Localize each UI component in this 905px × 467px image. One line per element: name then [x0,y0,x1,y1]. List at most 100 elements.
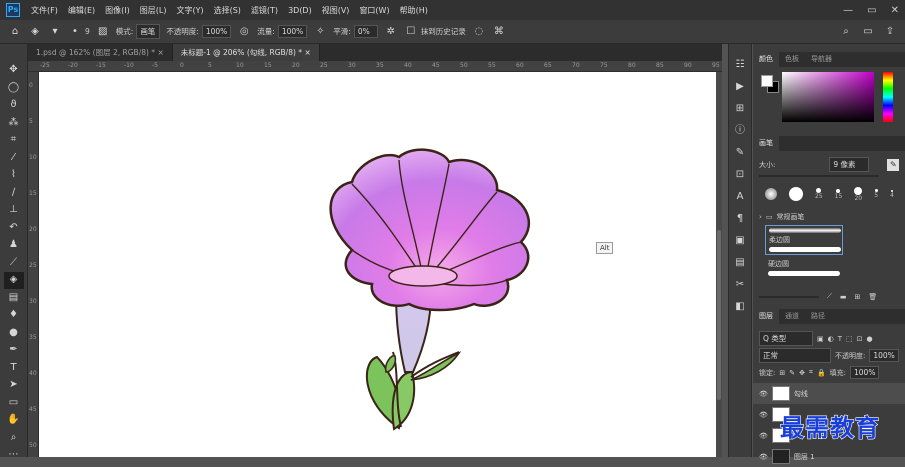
clone-source-icon[interactable]: ⊡ [731,168,749,184]
brush-preset-15[interactable]: 15 [835,188,842,200]
new-group-folder-icon[interactable]: ▬ [840,293,847,301]
properties-panel-icon[interactable]: ▣ [731,234,749,250]
zoom-tool-icon[interactable]: ⌕ [4,430,24,447]
brush-panel-icon[interactable]: ✎ [731,146,749,162]
history-brush-tool-icon[interactable]: ↶ [4,220,24,237]
menu-select[interactable]: 选择(S) [209,5,246,16]
chevron-down-icon[interactable]: ▾ [48,25,62,39]
lock-transparent-icon[interactable]: ⊞ [779,369,785,377]
eye-icon[interactable]: 👁 [759,432,768,440]
path-selection-tool-icon[interactable]: ➤ [4,377,24,394]
layer-filter-select[interactable]: Q 类型 [759,331,813,346]
menu-filter[interactable]: 滤镜(T) [246,5,283,16]
menu-view[interactable]: 视图(V) [317,5,355,16]
dodge-tool-icon[interactable]: ● [4,325,24,342]
tab-paths[interactable]: 路径 [805,309,831,324]
info-icon[interactable]: ⓘ [731,124,749,140]
eye-icon[interactable]: 👁 [759,390,768,398]
healing-brush-tool-icon[interactable]: ⌇ [4,167,24,184]
menu-type[interactable]: 文字(Y) [171,5,208,16]
tab-doc-2[interactable]: 未标题-1 @ 206% (勾线, RGB/8) * × [172,44,320,61]
brush-toggle-icon[interactable]: ⟋ [827,292,832,301]
hand-tool-icon[interactable]: ✋ [4,412,24,429]
play-actions-icon[interactable]: ▶ [731,80,749,96]
crop-tool-icon[interactable]: ⌗ [4,132,24,149]
brush-size-slider[interactable] [759,175,879,177]
paragraph-panel-icon[interactable]: ¶ [731,212,749,228]
brush-preset-20[interactable]: 20 [854,186,863,202]
tab-channels[interactable]: 通道 [779,309,805,324]
gradient-tool-icon[interactable]: ▤ [4,290,24,307]
symmetry-icon[interactable]: ⌘ [492,25,506,39]
maximize-button[interactable]: ▭ [867,5,876,16]
type-tool-icon[interactable]: T [4,360,24,377]
new-brush-footer-icon[interactable]: ⊞ [855,293,861,301]
menu-3d[interactable]: 3D(D) [283,6,317,15]
tab-close-icon[interactable]: × [304,48,310,57]
brush-preview-size-slider[interactable] [759,295,819,298]
canvas-scrollbar-thumb[interactable] [717,230,721,400]
brush-group-row[interactable]: › ▭ 常规画笔 [753,212,905,222]
brush-item-hard-round[interactable]: 硬边圆 [765,257,843,276]
lock-paint-icon[interactable]: ✎ [789,369,795,377]
brush-preset-5[interactable]: 5 [874,189,878,199]
close-window-button[interactable]: ✕ [891,5,899,16]
pen-tool-icon[interactable]: ✒ [4,342,24,359]
character-panel-icon[interactable]: A [731,190,749,206]
minimize-button[interactable]: — [843,5,853,16]
airbrush-icon[interactable]: ✧ [313,25,327,39]
brush-item-soft-round[interactable]: 柔边圆 [765,225,843,255]
brush-preset-soft[interactable] [765,188,777,200]
share-icon[interactable]: ⇪ [883,25,897,39]
more-tools-icon[interactable]: ⋯ [4,447,24,464]
erase-history-checkbox[interactable]: ☐ 抹到历史记录 [404,25,465,39]
adjustments-icon[interactable]: ⊞ [731,102,749,118]
filter-toggle-icon[interactable]: ● [867,335,873,343]
menu-help[interactable]: 帮助(H) [395,5,433,16]
brush-preset-25[interactable]: 25 [815,188,823,200]
foreground-color-swatch[interactable] [761,75,773,87]
brush-preset-hard[interactable] [789,187,803,201]
tab-brushes[interactable]: 画笔 [753,136,779,151]
filter-shape-icon[interactable]: ⬚ [846,335,853,343]
pressure-opacity-icon[interactable]: ◎ [237,25,251,39]
blend-mode-select[interactable]: 正常 [759,348,831,363]
layer-opacity-field[interactable]: 100% [869,349,899,362]
filter-pixel-icon[interactable]: ▣ [817,335,824,343]
menu-image[interactable]: 图像(I) [100,5,135,16]
flow-field[interactable]: 100% [277,25,308,38]
rectangle-tool-icon[interactable]: ▭ [4,395,24,412]
fill-field[interactable]: 100% [850,366,880,379]
pressure-size-icon[interactable]: ◌ [472,25,486,39]
tab-swatches[interactable]: 色板 [779,52,805,67]
art-history-brush-icon[interactable]: ⟋ [4,255,24,272]
menu-edit[interactable]: 编辑(E) [63,5,100,16]
filter-adjust-icon[interactable]: ◐ [828,335,834,343]
eraser-tool-preset-icon[interactable]: ◈ [28,25,42,39]
move-tool-icon[interactable]: ✥ [4,62,24,79]
filter-smart-icon[interactable]: ⊡ [857,335,863,343]
opacity-field[interactable]: 100% [201,25,232,38]
lasso-tool-icon[interactable]: ϑ [4,97,24,114]
smoothing-field[interactable]: 0% [353,25,378,38]
eyedropper-tool-icon[interactable]: ⁄ [4,150,24,167]
tab-navigator[interactable]: 导航器 [805,52,838,67]
menu-file[interactable]: 文件(F) [26,5,63,16]
gear-icon[interactable]: ✲ [384,25,398,39]
trash-icon[interactable]: 🗑 [868,293,877,301]
layer-row[interactable]: 👁 勾线 [753,383,905,404]
home-icon[interactable]: ⌂ [8,25,22,39]
brush-tool-icon[interactable]: ∕ [4,185,24,202]
filter-type-icon[interactable]: T [838,335,842,343]
lock-all-icon[interactable]: 🔒 [817,369,826,377]
clone-stamp-tool-icon[interactable]: ⊥ [4,202,24,219]
magic-wand-tool-icon[interactable]: ⁂ [4,115,24,132]
history-panel-icon[interactable]: ☷ [731,58,749,74]
lock-position-icon[interactable]: ✥ [799,369,805,377]
color-picker-field[interactable] [782,72,874,122]
tab-color[interactable]: 颜色 [753,52,779,67]
stamp-icon[interactable]: ♟ [4,237,24,254]
eraser-tool-icon[interactable]: ◈ [3,272,24,289]
brush-preset-4[interactable]: 4 [890,189,894,199]
workspace-icon[interactable]: ▭ [861,25,875,39]
